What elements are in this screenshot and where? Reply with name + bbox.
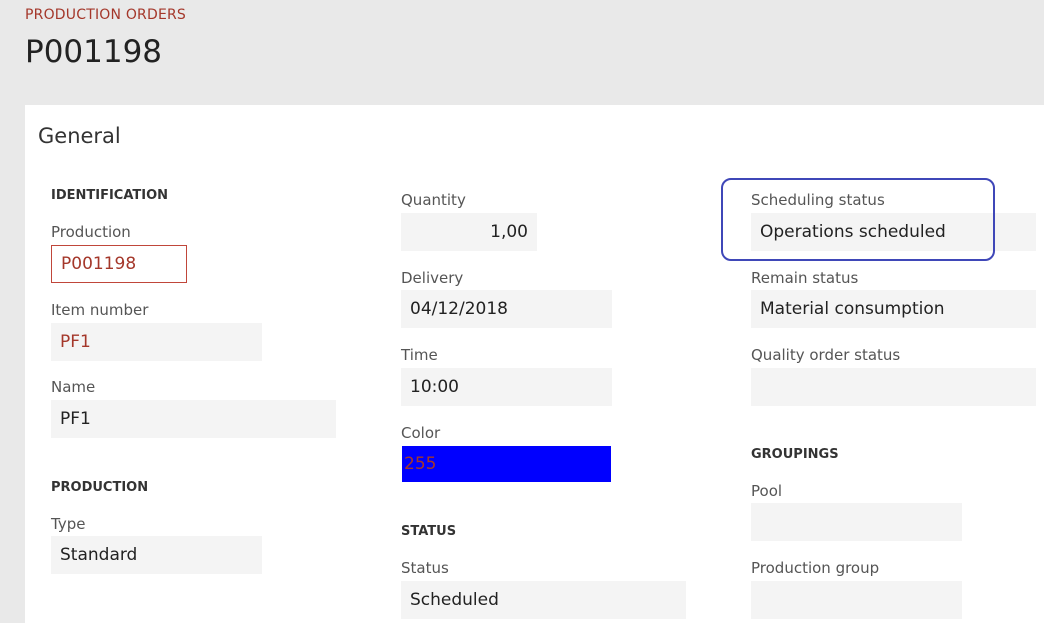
item-number-label: Item number [51,301,149,319]
status-field[interactable]: Scheduled [401,581,686,619]
page-title: P001198 [25,34,163,70]
type-label: Type [51,515,86,533]
quantity-label: Quantity [401,191,466,209]
delivery-label: Delivery [401,269,464,287]
pool-label: Pool [751,482,783,500]
time-label: Time [401,346,438,364]
remain-status-label: Remain status [751,269,859,287]
scheduling-status-highlight [721,178,995,261]
quantity-field[interactable]: 1,00 [401,213,537,251]
status-header: STATUS [401,524,457,539]
name-field[interactable]: PF1 [51,400,336,438]
identification-header: IDENTIFICATION [51,188,169,203]
production-group-field[interactable] [751,581,962,619]
quality-order-status-label: Quality order status [751,346,901,364]
delivery-field[interactable]: 04/12/2018 [401,290,612,328]
production-group-label: Production group [751,559,880,577]
type-field[interactable]: Standard [51,536,262,574]
color-label: Color [401,424,441,442]
production-label: Production [51,223,131,241]
groupings-header: GROUPINGS [751,447,839,462]
time-field[interactable]: 10:00 [401,368,612,406]
name-label: Name [51,378,96,396]
general-panel: General IDENTIFICATION Production P00119… [25,105,1044,623]
production-field[interactable]: P001198 [51,245,187,283]
section-title-general[interactable]: General [38,124,121,148]
production-header: PRODUCTION [51,480,149,495]
pool-field[interactable] [751,503,962,541]
status-label: Status [401,559,449,577]
remain-status-field[interactable]: Material consumption [751,290,1036,328]
item-number-field[interactable]: PF1 [51,323,262,361]
breadcrumb[interactable]: PRODUCTION ORDERS [25,7,186,23]
color-swatch-field[interactable]: 255 [402,446,611,482]
quality-order-status-field[interactable] [751,368,1036,406]
